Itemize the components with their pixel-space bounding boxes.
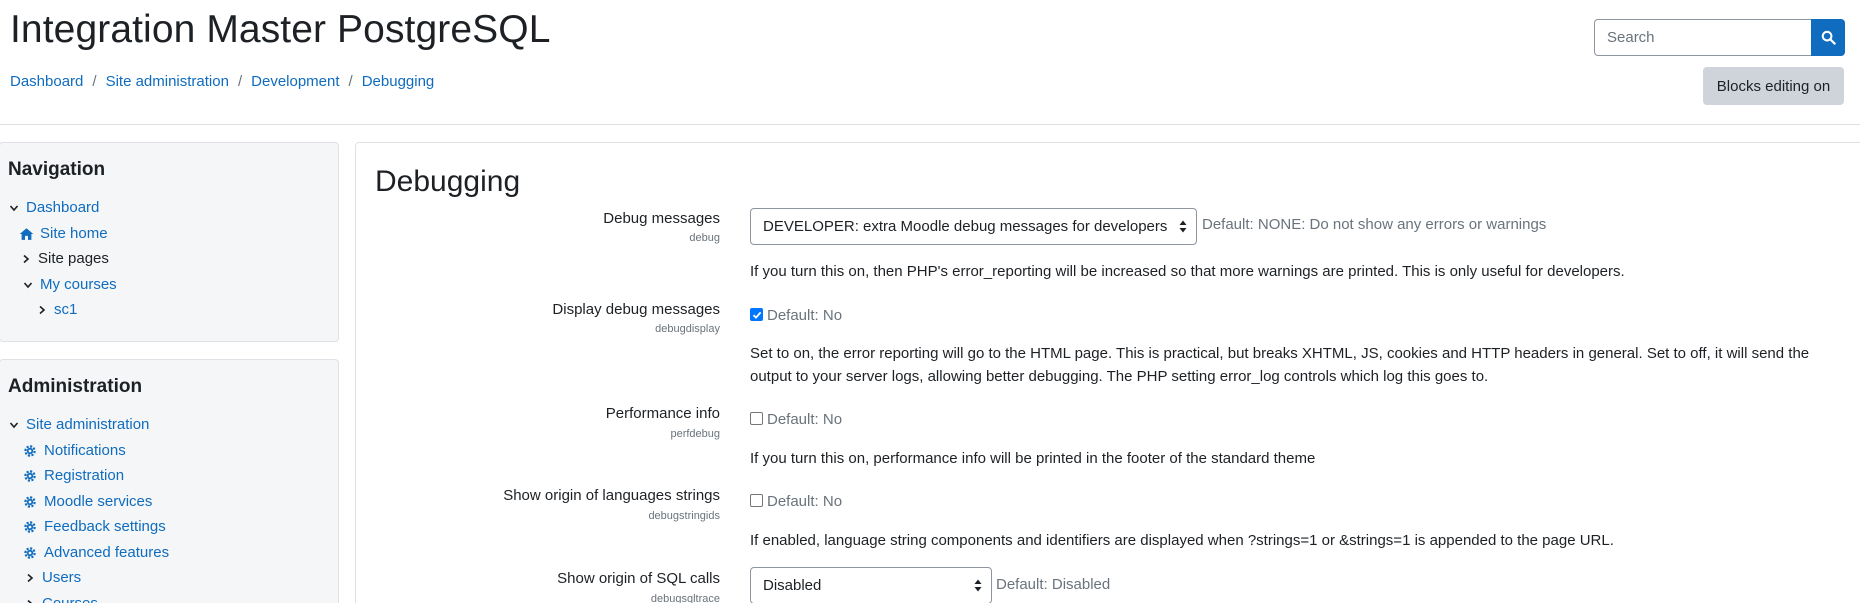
debug-messages-key: debug: [689, 232, 720, 244]
chevron-down-icon: [22, 280, 34, 290]
debug-messages-select-value: DEVELOPER: extra Moodle debug messages f…: [763, 218, 1168, 235]
home-icon: [18, 227, 34, 241]
string-origin-label: Show origin of languages strings: [503, 487, 720, 504]
nav-item-label[interactable]: Dashboard: [26, 199, 99, 216]
string-origin-description: If enabled, language string components a…: [750, 532, 1614, 549]
breadcrumb-site-administration[interactable]: Site administration: [106, 73, 229, 90]
checkmark-icon: [752, 311, 761, 319]
breadcrumb-separator: /: [92, 73, 97, 90]
search-icon: [1821, 30, 1836, 45]
nav-item-sc1[interactable]: sc1: [36, 301, 77, 318]
chevron-down-icon: [8, 203, 20, 213]
gear-icon: [22, 495, 38, 509]
breadcrumb-debugging[interactable]: Debugging: [362, 73, 435, 90]
breadcrumb-development[interactable]: Development: [251, 73, 339, 90]
admin-item-advanced-features[interactable]: Advanced features: [22, 544, 169, 561]
admin-item-label[interactable]: Registration: [44, 467, 124, 484]
debug-messages-description: If you turn this on, then PHP's error_re…: [750, 263, 1625, 280]
gear-icon: [22, 546, 38, 560]
admin-item-site-administration[interactable]: Site administration: [8, 416, 149, 433]
administration-title: Administration: [8, 376, 143, 397]
debug-messages-default: Default: NONE: Do not show any errors or…: [1202, 216, 1547, 233]
gear-icon: [22, 520, 38, 534]
sql-origin-select[interactable]: Disabled: [750, 567, 992, 603]
admin-item-moodle-services[interactable]: Moodle services: [22, 493, 152, 510]
gear-icon: [22, 444, 38, 458]
performance-info-key: perfdebug: [670, 428, 720, 440]
nav-item-site-home[interactable]: Site home: [18, 225, 108, 242]
admin-item-label[interactable]: Courses: [42, 595, 98, 603]
select-caret-icon: [974, 579, 982, 596]
display-debug-checkbox[interactable]: [750, 308, 763, 321]
string-origin-key: debugstringids: [648, 510, 720, 522]
sql-origin-key: debugsqltrace: [650, 593, 720, 603]
performance-info-default: Default: No: [767, 411, 843, 428]
string-origin-checkbox[interactable]: [750, 494, 763, 507]
admin-item-users[interactable]: Users: [24, 569, 81, 586]
display-debug-label: Display debug messages: [552, 301, 720, 318]
display-debug-default: Default: No: [767, 307, 843, 324]
site-title: Integration Master PostgreSQL: [10, 8, 551, 51]
admin-item-label[interactable]: Moodle services: [44, 493, 152, 510]
admin-item-label[interactable]: Advanced features: [44, 544, 169, 561]
chevron-right-icon: [36, 305, 48, 315]
display-debug-key: debugdisplay: [655, 323, 720, 335]
debug-messages-select[interactable]: DEVELOPER: extra Moodle debug messages f…: [750, 208, 1197, 245]
page-heading: Debugging: [375, 165, 521, 198]
string-origin-default: Default: No: [767, 493, 843, 510]
search-form: [1594, 19, 1845, 56]
nav-item-site-pages[interactable]: Site pages: [20, 250, 109, 267]
nav-item-label[interactable]: Site home: [40, 225, 108, 242]
header-divider: [0, 124, 1860, 125]
nav-item-label[interactable]: sc1: [54, 301, 77, 318]
admin-item-label[interactable]: Site administration: [26, 416, 149, 433]
performance-info-label: Performance info: [605, 405, 720, 422]
navigation-block: Navigation Dashboard Site home Site page…: [0, 142, 339, 342]
nav-item-label[interactable]: My courses: [40, 276, 117, 293]
breadcrumb-dashboard[interactable]: Dashboard: [10, 73, 83, 90]
breadcrumb-separator: /: [237, 73, 243, 90]
admin-item-notifications[interactable]: Notifications: [22, 442, 126, 459]
admin-item-registration[interactable]: Registration: [22, 467, 124, 484]
nav-item-label: Site pages: [38, 250, 109, 267]
performance-info-description: If you turn this on, performance info wi…: [750, 450, 1316, 467]
admin-item-courses[interactable]: Courses: [24, 595, 98, 603]
sql-origin-label: Show origin of SQL calls: [557, 570, 720, 587]
select-caret-icon: [1179, 220, 1187, 237]
breadcrumb: Dashboard / Site administration / Develo…: [10, 73, 434, 90]
chevron-right-icon: [24, 573, 36, 583]
admin-item-label[interactable]: Feedback settings: [44, 518, 166, 535]
chevron-right-icon: [24, 599, 36, 603]
sql-origin-default: Default: Disabled: [996, 576, 1111, 593]
performance-info-checkbox[interactable]: [750, 412, 763, 425]
blocks-editing-button[interactable]: Blocks editing on: [1703, 67, 1844, 105]
debug-messages-label: Debug messages: [603, 210, 720, 227]
nav-item-my-courses[interactable]: My courses: [22, 276, 117, 293]
admin-item-label[interactable]: Notifications: [44, 442, 126, 459]
sql-origin-select-value: Disabled: [763, 577, 822, 594]
chevron-down-icon: [8, 420, 20, 430]
search-input[interactable]: [1594, 19, 1811, 56]
chevron-right-icon: [20, 254, 32, 264]
gear-icon: [22, 469, 38, 483]
admin-item-feedback-settings[interactable]: Feedback settings: [22, 518, 166, 535]
nav-item-dashboard[interactable]: Dashboard: [8, 199, 99, 216]
search-button[interactable]: [1811, 19, 1845, 56]
admin-item-label[interactable]: Users: [42, 569, 81, 586]
administration-block: Administration Site administration Notif…: [0, 359, 339, 603]
breadcrumb-separator: /: [348, 73, 353, 90]
display-debug-description: Set to on, the error reporting will go t…: [750, 345, 1810, 385]
navigation-title: Navigation: [8, 159, 106, 180]
